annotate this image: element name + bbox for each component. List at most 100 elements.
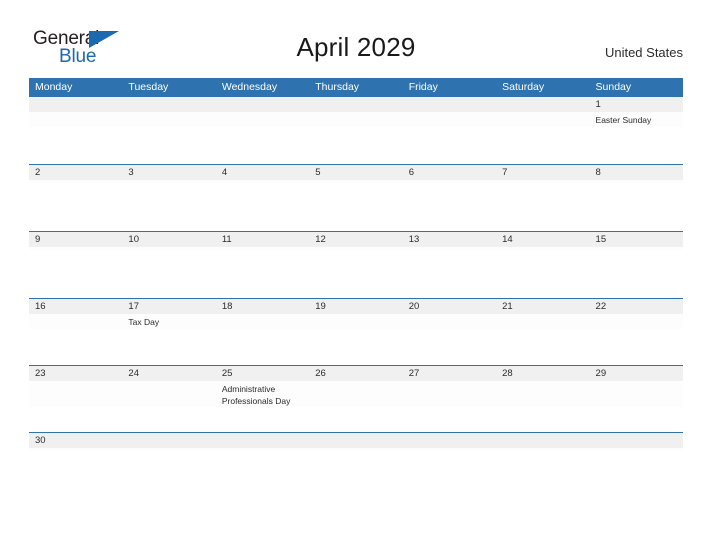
day-event[interactable]: [216, 180, 309, 183]
day-number[interactable]: [29, 97, 122, 112]
day-event[interactable]: [403, 247, 496, 250]
day-number[interactable]: 25: [216, 366, 309, 381]
date-number-band: 23 24 25 26 27 28 29: [29, 366, 683, 381]
day-event[interactable]: [29, 112, 122, 127]
day-event[interactable]: [122, 247, 215, 250]
day-event[interactable]: [590, 247, 683, 250]
day-event[interactable]: [309, 112, 402, 127]
day-number[interactable]: 14: [496, 232, 589, 247]
day-number[interactable]: [403, 433, 496, 448]
page-header: General Blue April 2029 United States: [0, 0, 712, 78]
date-number-band: 16 17 18 19 20 21 22: [29, 299, 683, 314]
day-event[interactable]: [496, 112, 589, 127]
day-number[interactable]: [122, 433, 215, 448]
day-number[interactable]: 13: [403, 232, 496, 247]
day-number[interactable]: 16: [29, 299, 122, 314]
day-event[interactable]: [216, 448, 309, 451]
day-event[interactable]: [403, 448, 496, 451]
day-event[interactable]: [29, 247, 122, 250]
calendar-week-row: 1 Easter Sunday: [29, 96, 683, 164]
day-event[interactable]: [590, 381, 683, 407]
day-event[interactable]: [403, 112, 496, 127]
day-event[interactable]: [309, 381, 402, 407]
day-event[interactable]: [590, 448, 683, 451]
day-number[interactable]: 29: [590, 366, 683, 381]
day-event[interactable]: [122, 381, 215, 407]
day-number[interactable]: [403, 97, 496, 112]
day-number[interactable]: 23: [29, 366, 122, 381]
day-event[interactable]: [216, 112, 309, 127]
day-number[interactable]: 17: [122, 299, 215, 314]
weekday-header-wednesday: Wednesday: [221, 81, 278, 93]
day-number[interactable]: 11: [216, 232, 309, 247]
event-band: Easter Sunday: [29, 112, 683, 127]
day-number[interactable]: 27: [403, 366, 496, 381]
day-number[interactable]: 2: [29, 165, 122, 180]
country-label: United States: [604, 45, 683, 60]
calendar-week-row: 30: [29, 432, 683, 499]
day-event[interactable]: [496, 180, 589, 183]
day-event[interactable]: [309, 448, 402, 451]
day-number[interactable]: 24: [122, 366, 215, 381]
day-number[interactable]: 9: [29, 232, 122, 247]
day-event[interactable]: [403, 381, 496, 407]
calendar-week-row: 16 17 18 19 20 21 22 Tax Day: [29, 298, 683, 365]
day-event[interactable]: [496, 247, 589, 250]
day-event[interactable]: [122, 180, 215, 183]
day-number[interactable]: 8: [590, 165, 683, 180]
event-band: [29, 247, 683, 250]
day-number[interactable]: 1: [590, 97, 683, 112]
day-event[interactable]: [216, 314, 309, 329]
weekday-header-monday: Monday: [35, 81, 73, 93]
day-number[interactable]: [496, 97, 589, 112]
day-event[interactable]: Easter Sunday: [590, 112, 683, 127]
day-event[interactable]: [496, 448, 589, 451]
day-number[interactable]: [590, 433, 683, 448]
day-number[interactable]: 22: [590, 299, 683, 314]
day-event[interactable]: [29, 314, 122, 329]
day-event[interactable]: [122, 448, 215, 451]
day-number[interactable]: [122, 97, 215, 112]
day-number[interactable]: 10: [122, 232, 215, 247]
day-event[interactable]: [403, 314, 496, 329]
day-number[interactable]: 26: [309, 366, 402, 381]
day-event[interactable]: [496, 381, 589, 407]
weekday-header-row: Monday Tuesday Wednesday Thursday Friday…: [29, 78, 683, 96]
day-number[interactable]: 21: [496, 299, 589, 314]
day-event[interactable]: [309, 180, 402, 183]
day-number[interactable]: [309, 97, 402, 112]
day-event[interactable]: [590, 314, 683, 329]
day-number[interactable]: 15: [590, 232, 683, 247]
day-event[interactable]: [403, 180, 496, 183]
day-number[interactable]: 7: [496, 165, 589, 180]
day-event[interactable]: [496, 314, 589, 329]
day-number[interactable]: 20: [403, 299, 496, 314]
day-number[interactable]: [309, 433, 402, 448]
day-number[interactable]: 3: [122, 165, 215, 180]
day-event[interactable]: Administrative Professionals Day: [216, 381, 309, 407]
weekday-header-saturday: Saturday: [502, 81, 545, 93]
day-event[interactable]: [122, 112, 215, 127]
day-number[interactable]: [216, 433, 309, 448]
day-event[interactable]: [29, 381, 122, 407]
day-event[interactable]: [309, 247, 402, 250]
event-band: Administrative Professionals Day: [29, 381, 683, 407]
day-number[interactable]: 19: [309, 299, 402, 314]
day-event[interactable]: [29, 448, 122, 451]
day-number[interactable]: 5: [309, 165, 402, 180]
day-event[interactable]: [29, 180, 122, 183]
event-band: [29, 448, 683, 451]
day-number[interactable]: [216, 97, 309, 112]
day-number[interactable]: [496, 433, 589, 448]
event-band: Tax Day: [29, 314, 683, 329]
day-number[interactable]: 4: [216, 165, 309, 180]
day-event[interactable]: [590, 180, 683, 183]
day-number[interactable]: 28: [496, 366, 589, 381]
day-number[interactable]: 30: [29, 433, 122, 448]
day-event[interactable]: [216, 247, 309, 250]
day-number[interactable]: 12: [309, 232, 402, 247]
day-number[interactable]: 6: [403, 165, 496, 180]
day-event[interactable]: [309, 314, 402, 329]
day-number[interactable]: 18: [216, 299, 309, 314]
day-event[interactable]: Tax Day: [122, 314, 215, 329]
